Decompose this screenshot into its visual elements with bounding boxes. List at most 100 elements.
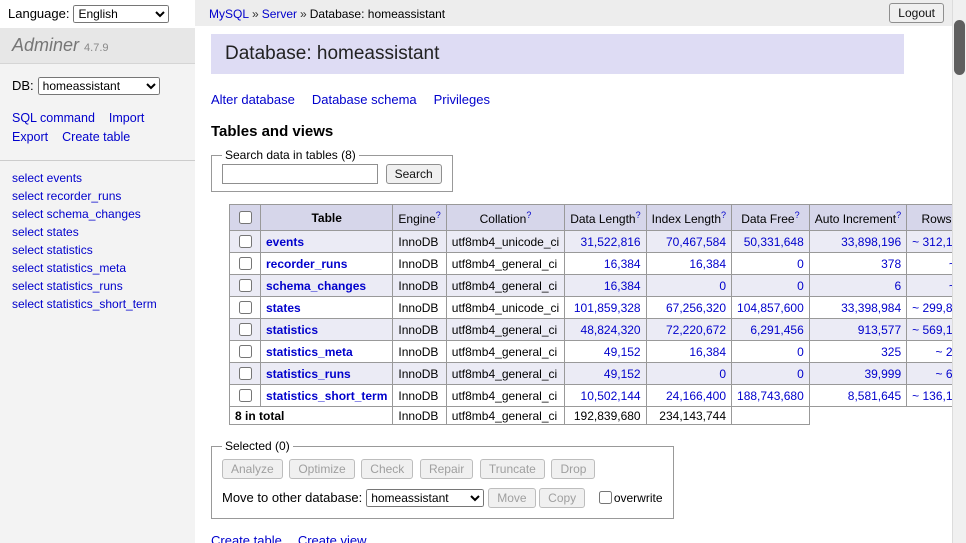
index-length-link[interactable]: 0 bbox=[719, 279, 726, 293]
data-length-link[interactable]: 49,152 bbox=[604, 367, 641, 381]
column-help-link[interactable]: ? bbox=[795, 210, 800, 220]
rows-link[interactable]: ~ 628 bbox=[936, 367, 953, 381]
rows-link[interactable]: ~ 244 bbox=[936, 345, 953, 359]
data-length-link[interactable]: 101,859,328 bbox=[574, 301, 641, 315]
truncate-button[interactable]: Truncate bbox=[480, 459, 545, 479]
create-table-link[interactable]: Create table bbox=[211, 533, 282, 543]
import-link[interactable]: Import bbox=[109, 111, 144, 125]
row-checkbox[interactable] bbox=[239, 301, 252, 314]
sidebar-table-link[interactable]: select statistics_meta bbox=[12, 259, 183, 277]
auto-increment-link[interactable]: 913,577 bbox=[858, 323, 901, 337]
create-view-link[interactable]: Create view bbox=[298, 533, 367, 543]
scrollbar-thumb[interactable] bbox=[954, 20, 965, 75]
data-free-link[interactable]: 188,743,680 bbox=[737, 389, 804, 403]
data-length-link[interactable]: 49,152 bbox=[604, 345, 641, 359]
data-free-link[interactable]: 0 bbox=[797, 279, 804, 293]
row-checkbox[interactable] bbox=[239, 257, 252, 270]
table-name-link[interactable]: schema_changes bbox=[266, 279, 366, 293]
auto-increment-link[interactable]: 378 bbox=[881, 257, 901, 271]
repair-button[interactable]: Repair bbox=[420, 459, 473, 479]
auto-increment-link[interactable]: 33,898,196 bbox=[841, 235, 901, 249]
table-name-link[interactable]: statistics_meta bbox=[266, 345, 353, 359]
sidebar-table-link[interactable]: select statistics_runs bbox=[12, 277, 183, 295]
data-length-link[interactable]: 48,824,320 bbox=[581, 323, 641, 337]
index-length-link[interactable]: 16,384 bbox=[689, 257, 726, 271]
column-help-link[interactable]: ? bbox=[526, 210, 531, 220]
sidebar-table-link[interactable]: select states bbox=[12, 223, 183, 241]
row-checkbox-cell bbox=[230, 297, 261, 319]
auto-increment-link[interactable]: 6 bbox=[894, 279, 901, 293]
move-db-select[interactable]: homeassistant bbox=[366, 489, 484, 507]
column-help-link[interactable]: ? bbox=[896, 210, 901, 220]
index-length-link[interactable]: 0 bbox=[719, 367, 726, 381]
optimize-button[interactable]: Optimize bbox=[289, 459, 354, 479]
language-select[interactable]: English bbox=[73, 5, 169, 23]
row-checkbox[interactable] bbox=[239, 389, 252, 402]
search-button[interactable]: Search bbox=[386, 164, 442, 184]
data-free-link[interactable]: 104,857,600 bbox=[737, 301, 804, 315]
table-name-link[interactable]: events bbox=[266, 235, 304, 249]
privileges-link[interactable]: Privileges bbox=[434, 92, 490, 107]
search-input[interactable] bbox=[222, 164, 378, 184]
alter-database-link[interactable]: Alter database bbox=[211, 92, 295, 107]
data-free-link[interactable]: 50,331,648 bbox=[744, 235, 804, 249]
scrollbar[interactable] bbox=[952, 0, 966, 543]
breadcrumb-server-link[interactable]: Server bbox=[262, 7, 297, 21]
select-all-checkbox[interactable] bbox=[239, 211, 252, 224]
data-length-link[interactable]: 31,522,816 bbox=[581, 235, 641, 249]
table-name-link[interactable]: recorder_runs bbox=[266, 257, 347, 271]
sidebar-table-link[interactable]: select schema_changes bbox=[12, 205, 183, 223]
data-length-link[interactable]: 16,384 bbox=[604, 257, 641, 271]
sql-command-link[interactable]: SQL command bbox=[12, 111, 95, 125]
logout-button[interactable]: Logout bbox=[889, 3, 944, 23]
index-length-link[interactable]: 70,467,584 bbox=[666, 235, 726, 249]
table-name-link[interactable]: states bbox=[266, 301, 301, 315]
data-length-cell: 48,824,320 bbox=[565, 319, 646, 341]
row-checkbox[interactable] bbox=[239, 279, 252, 292]
analyze-button[interactable]: Analyze bbox=[222, 459, 283, 479]
row-checkbox[interactable] bbox=[239, 323, 252, 336]
check-button[interactable]: Check bbox=[361, 459, 413, 479]
auto-increment-link[interactable]: 33,398,984 bbox=[841, 301, 901, 315]
sidebar-table-link[interactable]: select recorder_runs bbox=[12, 187, 183, 205]
table-name-link[interactable]: statistics bbox=[266, 323, 318, 337]
sidebar-table-link[interactable]: select statistics_short_term bbox=[12, 295, 183, 313]
table-name-link[interactable]: statistics_short_term bbox=[266, 389, 387, 403]
auto-increment-link[interactable]: 325 bbox=[881, 345, 901, 359]
rows-link[interactable]: ~ 299,833 bbox=[912, 301, 952, 315]
rows-link[interactable]: ~ 136,108 bbox=[912, 389, 952, 403]
sidebar-table-link[interactable]: select events bbox=[12, 169, 183, 187]
data-free-link[interactable]: 0 bbox=[797, 257, 804, 271]
database-schema-link[interactable]: Database schema bbox=[312, 92, 417, 107]
data-free-link[interactable]: 0 bbox=[797, 367, 804, 381]
index-length-link[interactable]: 16,384 bbox=[689, 345, 726, 359]
overwrite-checkbox[interactable] bbox=[599, 491, 612, 504]
auto-increment-link[interactable]: 8,581,645 bbox=[848, 389, 901, 403]
index-length-link[interactable]: 24,166,400 bbox=[666, 389, 726, 403]
sidebar-table-link[interactable]: select statistics bbox=[12, 241, 183, 259]
create-table-sidebar-link[interactable]: Create table bbox=[62, 130, 130, 144]
data-free-link[interactable]: 6,291,456 bbox=[750, 323, 803, 337]
data-length-link[interactable]: 10,502,144 bbox=[581, 389, 641, 403]
rows-link[interactable]: ~ 312,180 bbox=[912, 235, 952, 249]
db-select[interactable]: homeassistant bbox=[38, 77, 160, 95]
export-link[interactable]: Export bbox=[12, 130, 48, 144]
data-length-link[interactable]: 16,384 bbox=[604, 279, 641, 293]
column-help-link[interactable]: ? bbox=[721, 210, 726, 220]
select-all-cell bbox=[230, 205, 261, 231]
table-name-link[interactable]: statistics_runs bbox=[266, 367, 351, 381]
index-length-link[interactable]: 67,256,320 bbox=[666, 301, 726, 315]
row-checkbox[interactable] bbox=[239, 345, 252, 358]
row-checkbox[interactable] bbox=[239, 367, 252, 380]
copy-button[interactable]: Copy bbox=[539, 488, 585, 508]
column-help-link[interactable]: ? bbox=[436, 210, 441, 220]
data-free-link[interactable]: 0 bbox=[797, 345, 804, 359]
column-help-link[interactable]: ? bbox=[636, 210, 641, 220]
rows-link[interactable]: ~ 569,159 bbox=[912, 323, 952, 337]
breadcrumb-mysql-link[interactable]: MySQL bbox=[209, 7, 249, 21]
auto-increment-link[interactable]: 39,999 bbox=[864, 367, 901, 381]
drop-button[interactable]: Drop bbox=[551, 459, 595, 479]
move-button[interactable]: Move bbox=[488, 488, 535, 508]
row-checkbox[interactable] bbox=[239, 235, 252, 248]
index-length-link[interactable]: 72,220,672 bbox=[666, 323, 726, 337]
